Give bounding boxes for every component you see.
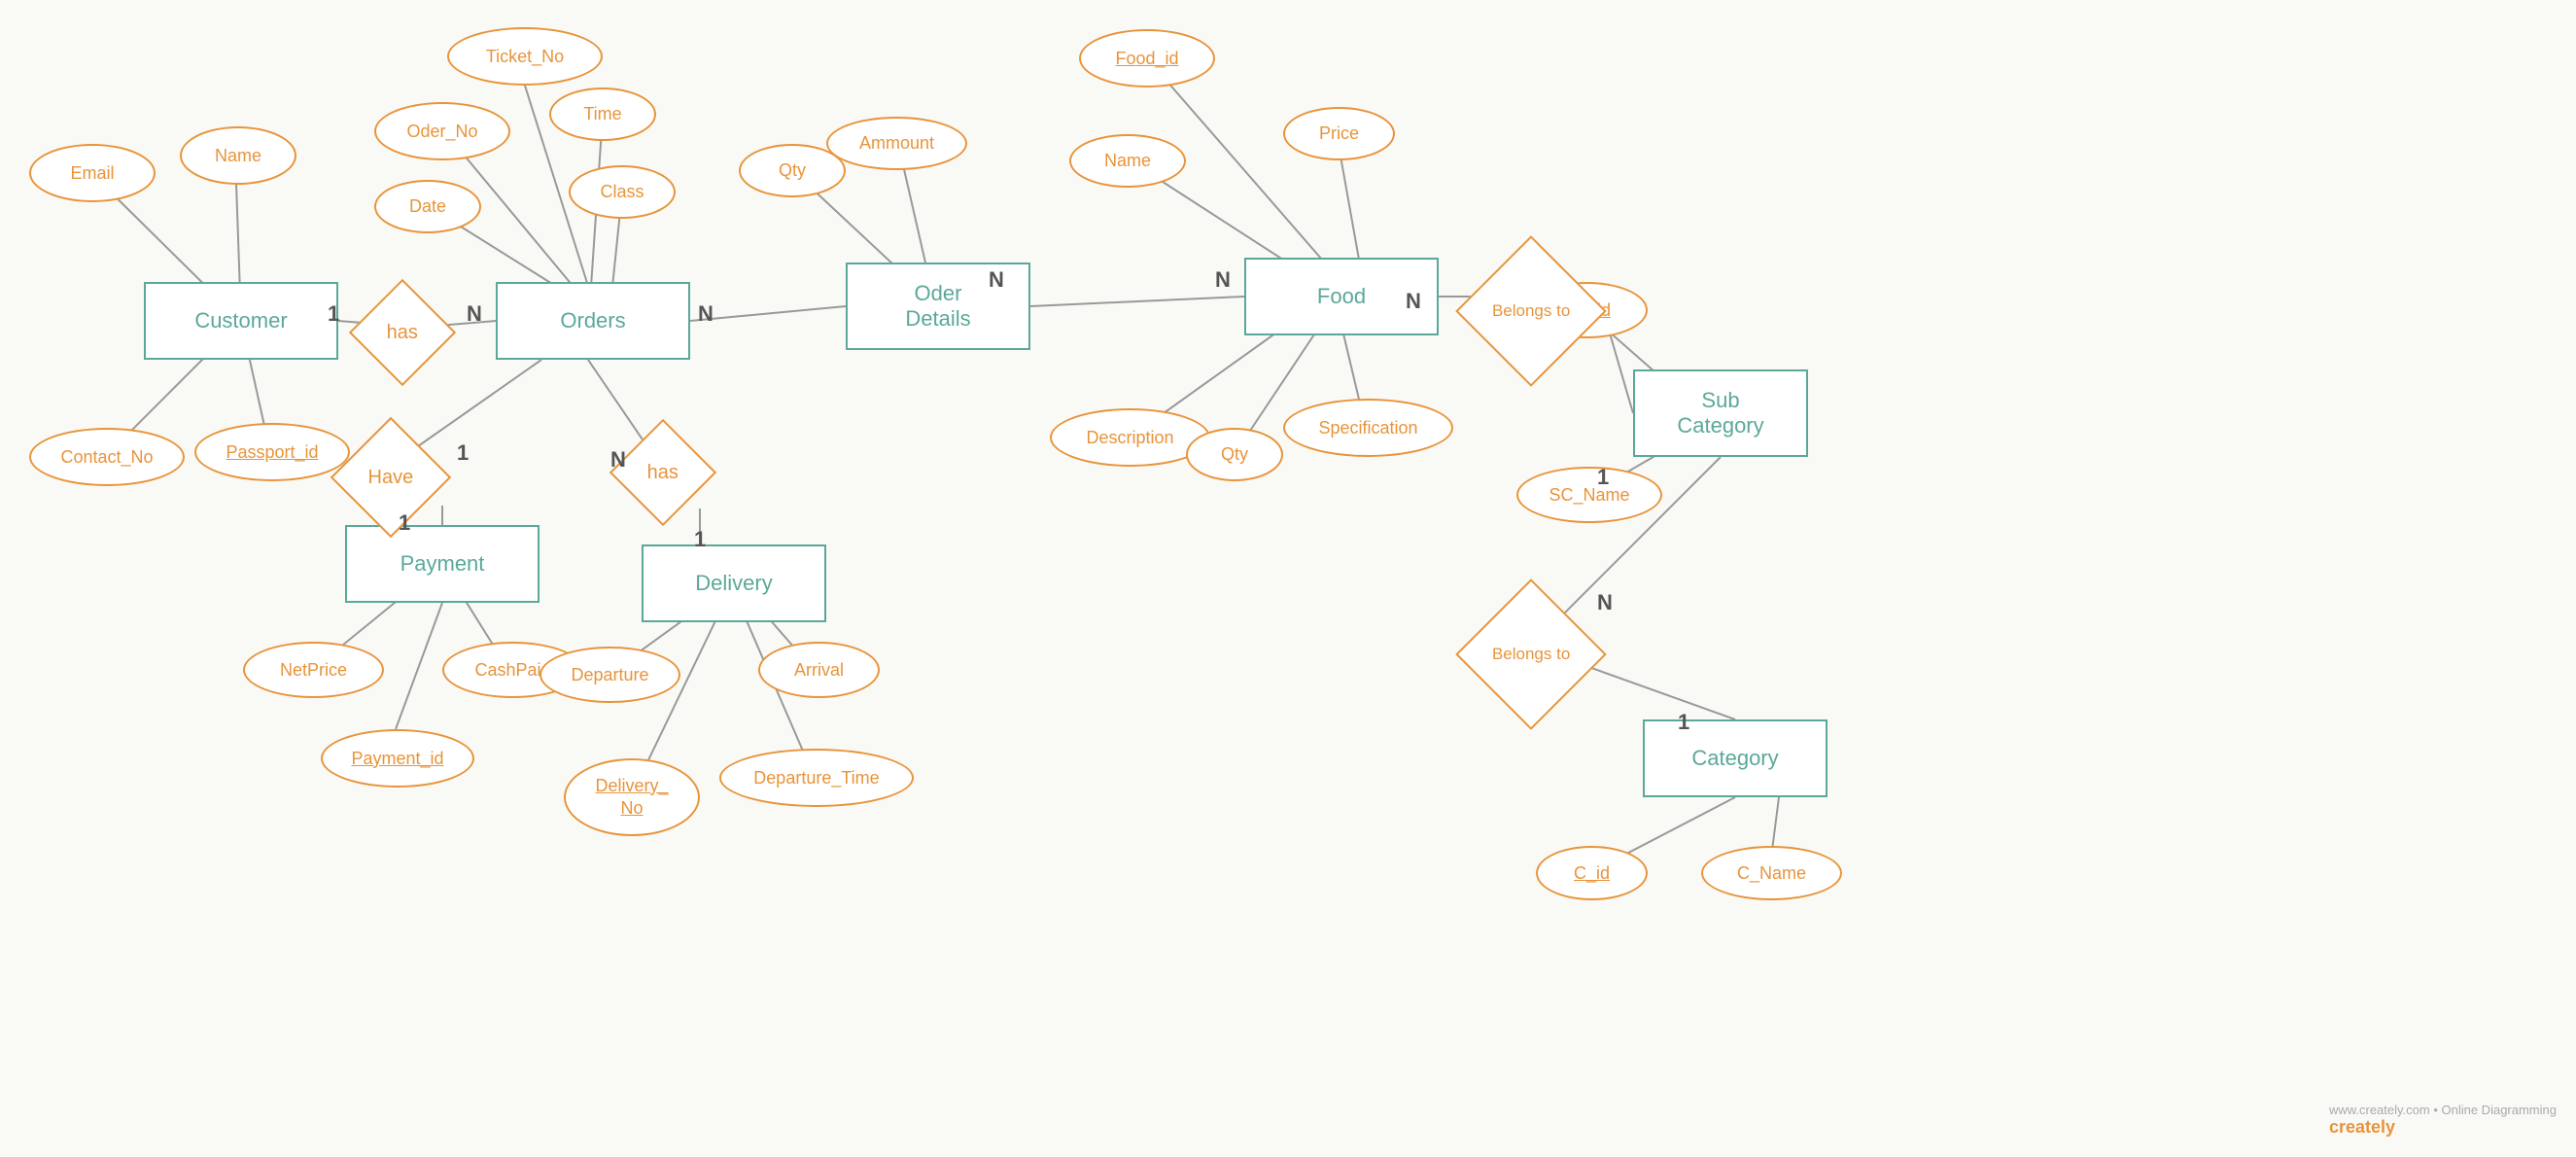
entity-delivery: Delivery [642, 544, 826, 622]
attr-email: Email [29, 144, 156, 202]
attr-time: Time [549, 88, 656, 141]
attr-specification: Specification [1283, 399, 1453, 457]
card-n-orders-oder: N [698, 301, 714, 327]
attr-delivery-no: Delivery_No [564, 758, 700, 836]
attr-class: Class [569, 165, 676, 219]
attr-ticket-no: Ticket_No [447, 27, 603, 86]
watermark: www.creately.com • Online Diagramming cr… [2329, 1103, 2557, 1138]
card-1-orders-have: 1 [457, 440, 469, 466]
er-diagram: Customer Orders OderDetails Food SubCate… [0, 0, 2576, 1157]
attr-name-customer: Name [180, 126, 296, 185]
rel-belongs-to1: Belongs to [1455, 235, 1607, 387]
entity-category: Category [1643, 719, 1828, 797]
attr-arrival: Arrival [758, 642, 880, 698]
card-n-orders-has2: N [610, 447, 626, 473]
rel-belongs-to2: Belongs to [1455, 578, 1607, 730]
rel-has2: has [609, 419, 716, 526]
rel-has1: has [349, 279, 456, 386]
rel-have1: Have [331, 417, 451, 538]
card-n-food-left: N [1215, 267, 1231, 293]
entity-customer: Customer [144, 282, 338, 360]
attr-name-food: Name [1069, 134, 1186, 188]
card-1-belongs2-cat: 1 [1678, 710, 1689, 735]
attr-qty-food: Qty [1186, 428, 1283, 481]
attr-passport-id: Passport_id [194, 423, 350, 481]
attr-payment-id: Payment_id [321, 729, 474, 788]
card-n-oder-food: N [989, 267, 1004, 293]
attr-departure-time: Departure_Time [719, 749, 914, 807]
card-n-sub-belongs2: N [1597, 590, 1613, 615]
card-1-has2-delivery: 1 [694, 527, 706, 552]
attr-sc-name: SC_Name [1516, 467, 1662, 523]
entity-orders: Orders [496, 282, 690, 360]
attr-c-name: C_Name [1701, 846, 1842, 900]
card-1-have-payment: 1 [399, 510, 410, 536]
card-1-customer-has: 1 [328, 301, 339, 327]
attr-date: Date [374, 180, 481, 233]
attr-food-id: Food_id [1079, 29, 1215, 88]
card-n-food-belongs: N [1406, 289, 1421, 314]
attr-price: Price [1283, 107, 1395, 160]
entity-payment: Payment [345, 525, 540, 603]
attr-c-id: C_id [1536, 846, 1648, 900]
attr-netprice: NetPrice [243, 642, 384, 698]
card-1-belongs1-sub: 1 [1597, 465, 1609, 490]
attr-departure: Departure [540, 647, 680, 703]
entity-sub-category: SubCategory [1633, 369, 1808, 457]
card-n-has-orders: N [467, 301, 482, 327]
attr-ammount: Ammount [826, 117, 967, 170]
attr-contact-no: Contact_No [29, 428, 185, 486]
attr-oder-no: Oder_No [374, 102, 510, 160]
